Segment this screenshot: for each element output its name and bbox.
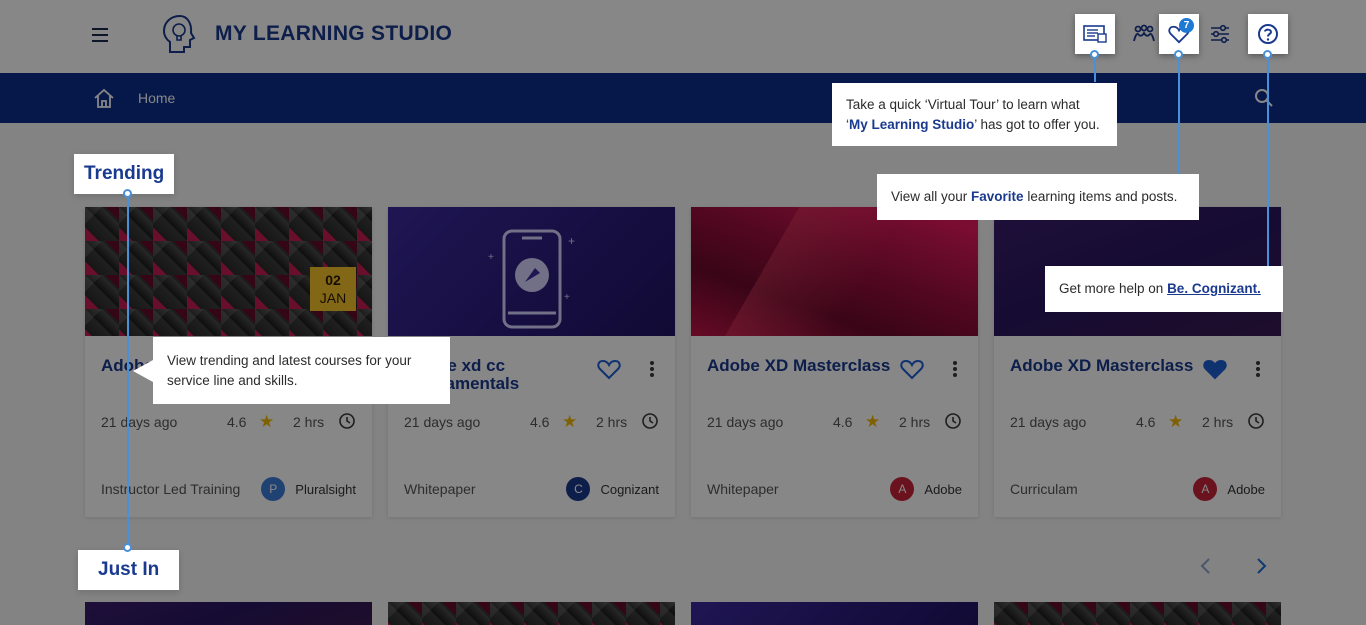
course-thumbnail[interactable] — [691, 602, 978, 625]
favorites-button[interactable]: 7 — [1159, 14, 1199, 54]
be-cognizant-link[interactable]: Be. Cognizant. — [1167, 281, 1261, 296]
tour-connector — [1267, 54, 1269, 266]
course-footer: Curriculam A Adobe — [1010, 477, 1265, 501]
breadcrumb-home[interactable]: Home — [138, 90, 175, 106]
provider-avatar: A — [1193, 477, 1218, 501]
svg-text:+: + — [488, 252, 494, 263]
just-in-cards — [85, 602, 1285, 625]
provider: A Adobe — [1193, 477, 1265, 501]
tour-connector-dot — [1263, 50, 1272, 59]
tooltip-virtual-tour: Take a quick ‘Virtual Tour’ to learn wha… — [832, 83, 1117, 146]
clock-icon — [642, 413, 658, 429]
more-options-icon[interactable] — [645, 358, 659, 380]
duration: 2 hrs — [293, 414, 325, 430]
clock-icon — [339, 413, 355, 429]
tooltip-trending: View trending and latest courses for you… — [153, 337, 450, 404]
tour-connector-dot — [1174, 50, 1183, 59]
favorites-count-badge: 7 — [1179, 18, 1194, 33]
course-footer: Whitepaper A Adobe — [707, 477, 962, 501]
section-title-just-in: Just In — [78, 550, 180, 590]
section-title-trending: Trending — [74, 154, 175, 194]
provider-avatar: P — [261, 477, 286, 501]
rating-value: 4.6 — [227, 414, 247, 430]
course-meta: 21 days ago 4.6 ★ 2 hrs — [1010, 412, 1265, 432]
brain-logo-icon — [162, 14, 196, 53]
star-icon: ★ — [865, 412, 881, 431]
provider-avatar: C — [566, 477, 591, 501]
star-icon: ★ — [259, 412, 275, 431]
menu-icon[interactable] — [92, 24, 114, 46]
help-icon[interactable] — [1248, 14, 1288, 54]
course-card[interactable]: Adobe XD Masterclass 21 days ago 4.6 ★ 2… — [691, 207, 978, 517]
clock-icon — [1248, 413, 1264, 429]
provider: P Pluralsight — [261, 477, 356, 501]
more-options-icon[interactable] — [948, 358, 962, 380]
tour-connector-dot — [123, 543, 132, 552]
course-footer: Whitepaper C Cognizant — [404, 477, 659, 501]
course-title[interactable]: Adobe XD Masterclass — [707, 357, 907, 375]
chevron-left-icon[interactable] — [1196, 556, 1216, 576]
course-meta: 21 days ago 4.6 ★ 2 hrs — [101, 412, 356, 432]
star-icon: ★ — [562, 412, 578, 431]
clock-icon — [945, 413, 961, 429]
provider: C Cognizant — [566, 477, 659, 501]
duration: 2 hrs — [899, 414, 931, 430]
provider-name: Cognizant — [600, 481, 659, 497]
more-options-icon[interactable] — [1251, 358, 1265, 380]
tour-connector-dot — [123, 189, 132, 198]
rating-value: 4.6 — [1136, 414, 1156, 430]
course-card[interactable]: Adobe XD Masterclass 21 days ago 4.6 ★ 2… — [994, 207, 1281, 517]
duration: 2 hrs — [596, 414, 628, 430]
tooltip-arrow — [133, 360, 153, 382]
course-type: Whitepaper — [404, 481, 476, 497]
filter-sliders-icon[interactable] — [1200, 14, 1240, 54]
rating-value: 4.6 — [530, 414, 550, 430]
svg-text:+: + — [564, 292, 570, 303]
course-thumbnail: + + + — [388, 207, 675, 336]
heart-icon[interactable] — [900, 358, 924, 380]
date-badge: 02 JAN — [310, 267, 356, 311]
course-meta: 21 days ago 4.6 ★ 2 hrs — [404, 412, 659, 432]
provider-avatar: A — [890, 477, 915, 501]
tooltip-favorites: View all your Favorite learning items an… — [877, 174, 1199, 220]
search-icon[interactable] — [1254, 88, 1274, 108]
home-icon[interactable] — [92, 87, 116, 109]
app-title: MY LEARNING STUDIO — [215, 22, 453, 45]
provider: A Adobe — [890, 477, 962, 501]
duration: 2 hrs — [1202, 414, 1234, 430]
tour-connector — [127, 193, 129, 548]
tour-connector — [1178, 54, 1180, 174]
posted-date: 21 days ago — [101, 414, 178, 430]
posted-date: 21 days ago — [1010, 414, 1087, 430]
provider-name: Adobe — [924, 481, 962, 497]
provider-name: Pluralsight — [295, 481, 356, 497]
community-icon[interactable] — [1124, 14, 1164, 54]
course-type: Curriculam — [1010, 481, 1078, 497]
course-thumbnail[interactable] — [388, 602, 675, 625]
course-thumbnail[interactable] — [85, 602, 372, 625]
chevron-right-icon[interactable] — [1251, 556, 1271, 576]
nav-bar: Home — [0, 73, 1366, 123]
posted-date: 21 days ago — [707, 414, 784, 430]
course-type: Whitepaper — [707, 481, 779, 497]
mobile-rocket-icon: + + + — [488, 229, 575, 329]
posted-date: 21 days ago — [404, 414, 481, 430]
svg-text:+: + — [568, 234, 575, 248]
course-title[interactable]: Adobe XD Masterclass — [1010, 357, 1210, 375]
star-icon: ★ — [1168, 412, 1184, 431]
tooltip-help: Get more help on Be. Cognizant. — [1045, 266, 1283, 312]
rating-value: 4.6 — [833, 414, 853, 430]
provider-name: Adobe — [1227, 481, 1265, 497]
heart-filled-icon[interactable] — [1203, 358, 1227, 380]
virtual-tour-icon[interactable] — [1075, 14, 1115, 54]
course-thumbnail[interactable] — [994, 602, 1281, 625]
heart-icon[interactable] — [597, 358, 621, 380]
course-thumbnail — [691, 207, 978, 336]
course-meta: 21 days ago 4.6 ★ 2 hrs — [707, 412, 962, 432]
course-footer: Instructor Led Training P Pluralsight — [101, 477, 356, 501]
course-type: Instructor Led Training — [101, 481, 241, 497]
tour-connector-dot — [1090, 50, 1099, 59]
